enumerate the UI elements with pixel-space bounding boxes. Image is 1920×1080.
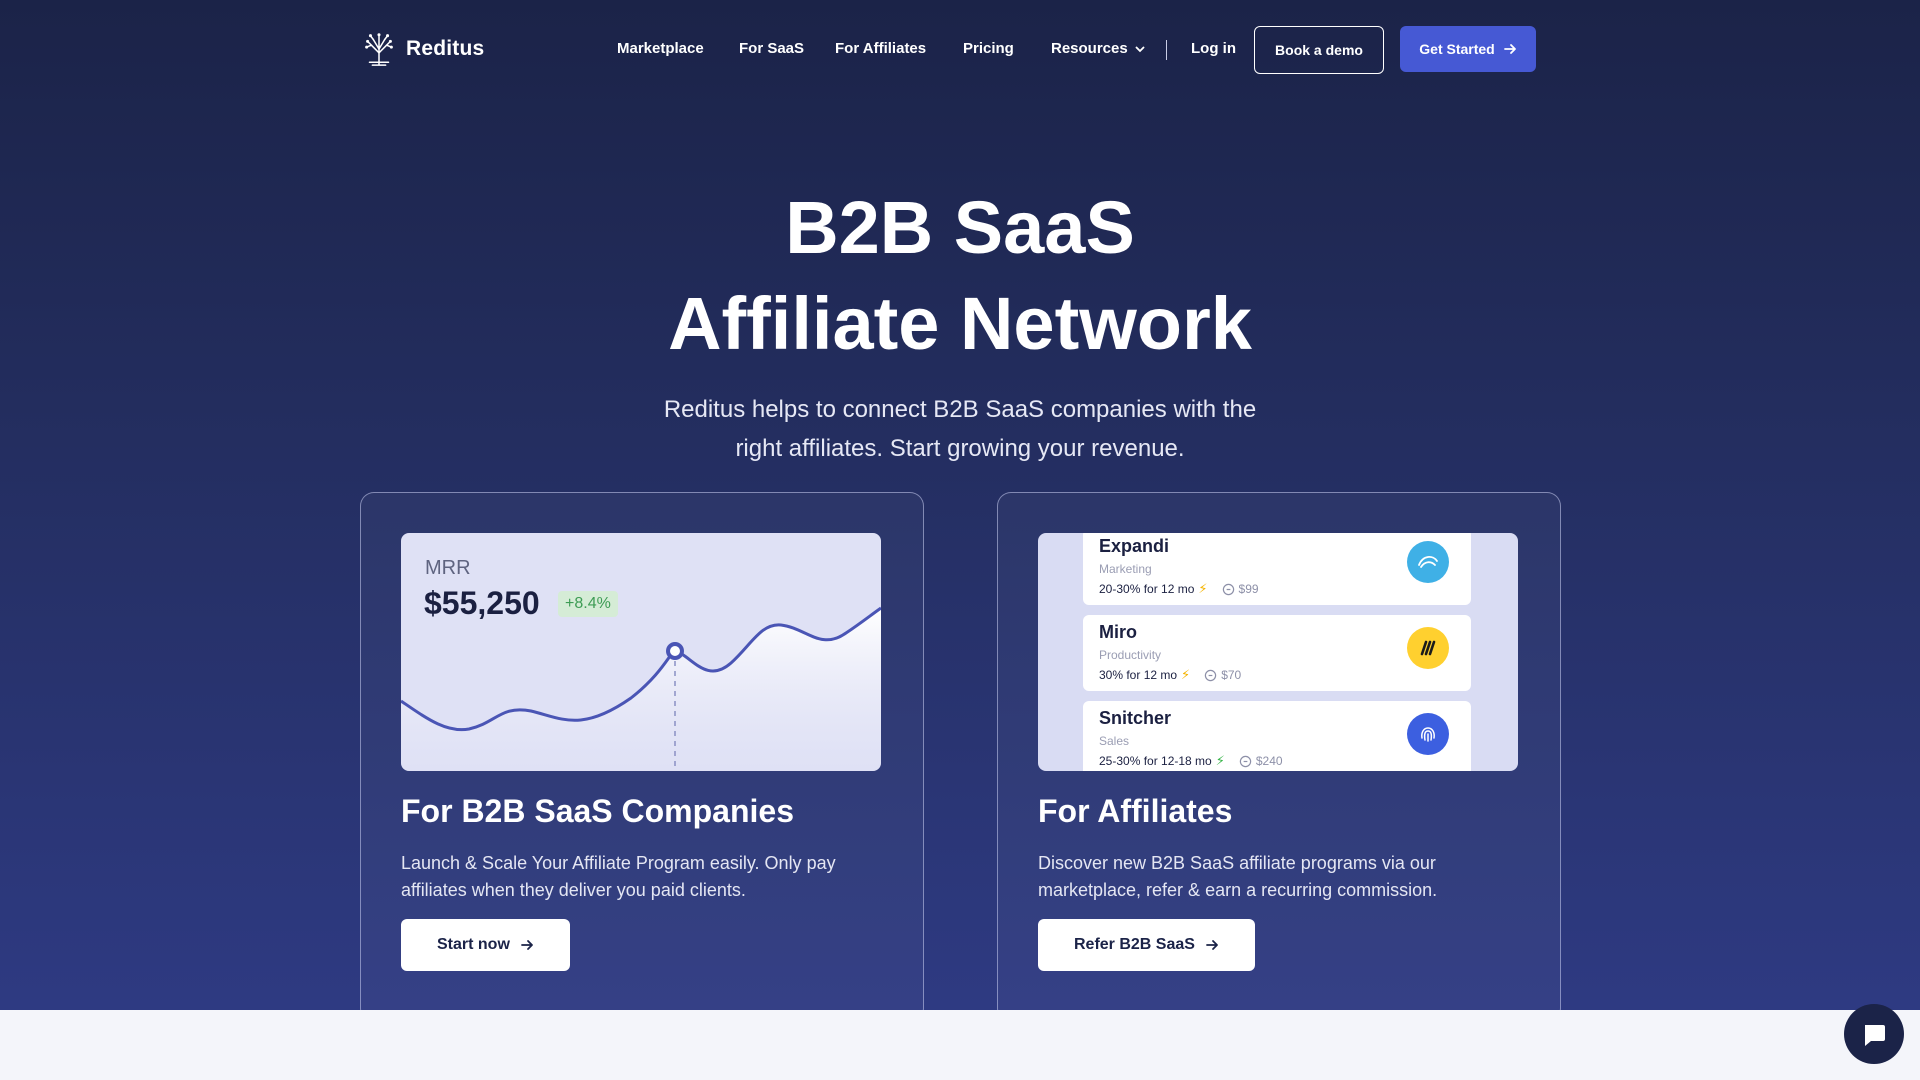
affiliate-programs-panel: Expandi Marketing 20-30% for 12 mo ⚡ $99…: [1038, 533, 1518, 771]
program-category: Sales: [1099, 734, 1130, 748]
miro-logo-icon: [1407, 627, 1449, 669]
program-price-group: $99: [1222, 582, 1259, 596]
start-now-label: Start now: [437, 936, 510, 953]
expandi-logo-icon: [1407, 541, 1449, 583]
nav-resources[interactable]: Resources: [1051, 40, 1146, 57]
bolt-icon: ⚡: [1198, 581, 1208, 596]
affiliates-card-title: For Affiliates: [1038, 793, 1233, 829]
program-price: $99: [1238, 582, 1259, 596]
chat-bubble-icon: [1865, 1025, 1885, 1046]
fingerprint-icon: [1407, 713, 1449, 755]
program-name: Snitcher: [1099, 708, 1172, 728]
next-section: [0, 1010, 1920, 1080]
nav-for-affiliates[interactable]: For Affiliates: [835, 40, 926, 57]
refer-saas-label: Refer B2B SaaS: [1074, 936, 1195, 953]
program-price-group: $70: [1204, 668, 1241, 682]
program-price-group: $240: [1239, 754, 1283, 768]
program-category: Marketing: [1099, 562, 1152, 576]
nav-resources-label: Resources: [1051, 40, 1128, 57]
program-category: Productivity: [1099, 648, 1162, 662]
saas-card-description: Launch & Scale Your Affiliate Program ea…: [401, 853, 836, 900]
saas-card-title: For B2B SaaS Companies: [401, 793, 794, 829]
affiliates-card-description: Discover new B2B SaaS affiliate programs…: [1038, 853, 1438, 900]
program-name: Expandi: [1099, 536, 1170, 556]
get-started-label: Get Started: [1419, 41, 1495, 57]
brand-logo[interactable]: Reditus: [360, 30, 484, 68]
hero-title-line1: B2B SaaS: [785, 186, 1135, 269]
coin-icon: [1204, 669, 1217, 681]
hero-title-line2: Affiliate Network: [668, 282, 1252, 365]
mrr-chart-panel: MRR $55,250 +8.4%: [401, 533, 881, 771]
login-link[interactable]: Log in: [1191, 40, 1236, 57]
hero-section: Reditus Marketplace For SaaS For Affilia…: [0, 0, 1920, 1010]
arrow-right-icon: [1206, 940, 1218, 950]
start-now-button[interactable]: Start now: [401, 919, 570, 971]
nav-for-saas[interactable]: For SaaS: [739, 40, 804, 57]
chat-widget-button[interactable]: [1844, 1004, 1904, 1064]
program-meta: 30% for 12 mo ⚡ $70: [1099, 667, 1241, 683]
program-price: $70: [1221, 668, 1242, 682]
saas-card: MRR $55,250 +8.4% For B2B SaaS Companies…: [360, 492, 924, 1010]
bolt-icon: ⚡: [1215, 753, 1225, 768]
tree-logo-icon: [365, 33, 393, 66]
mrr-label: MRR: [425, 557, 471, 579]
affiliates-card: Expandi Marketing 20-30% for 12 mo ⚡ $99…: [997, 492, 1561, 1010]
program-meta: 25-30% for 12-18 mo ⚡ $240: [1099, 753, 1283, 769]
mrr-value: $55,250: [424, 585, 540, 621]
program-card-miro[interactable]: Miro Productivity 30% for 12 mo ⚡ $70: [1083, 615, 1471, 691]
program-name: Miro: [1099, 622, 1137, 642]
program-meta: 20-30% for 12 mo ⚡ $99: [1099, 581, 1259, 597]
brand-name: Reditus: [406, 37, 485, 60]
program-commission: 25-30% for 12-18 mo: [1099, 754, 1212, 768]
mrr-marker-point: [666, 642, 684, 660]
nav-marketplace[interactable]: Marketplace: [617, 40, 704, 57]
nav-divider: [1166, 40, 1167, 60]
coin-icon: [1222, 583, 1234, 595]
program-card-snitcher[interactable]: Snitcher Sales 25-30% for 12-18 mo ⚡ $24…: [1083, 701, 1471, 771]
book-demo-button[interactable]: Book a demo: [1254, 26, 1384, 74]
refer-saas-button[interactable]: Refer B2B SaaS: [1038, 919, 1255, 971]
nav-pricing[interactable]: Pricing: [963, 40, 1014, 57]
chevron-down-icon: [1135, 46, 1145, 52]
hero-subtitle: Reditus helps to connect B2B SaaS compan…: [663, 396, 1257, 462]
get-started-button[interactable]: Get Started: [1400, 26, 1536, 72]
hero-title: B2B SaaS Affiliate Network: [0, 180, 1920, 372]
program-card-expandi[interactable]: Expandi Marketing 20-30% for 12 mo ⚡ $99: [1083, 533, 1471, 605]
arrow-right-icon: [520, 940, 533, 950]
program-commission: 30% for 12 mo: [1099, 668, 1178, 682]
bolt-icon: ⚡: [1181, 667, 1191, 682]
program-price: $240: [1255, 754, 1283, 768]
mrr-change-badge: +8.4%: [558, 591, 618, 617]
program-commission: 20-30% for 12 mo: [1099, 582, 1195, 596]
arrow-right-icon: [1503, 44, 1516, 54]
coin-icon: [1239, 755, 1252, 767]
mrr-line-chart: [401, 606, 881, 771]
